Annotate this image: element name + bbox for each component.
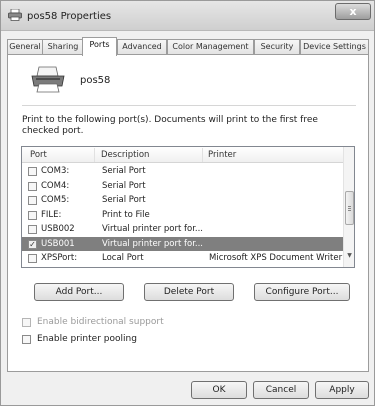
port-description: Virtual printer port for... <box>102 238 204 249</box>
table-row[interactable]: XPSPort: Local Port Microsoft XPS Docume… <box>22 251 343 266</box>
instructions-text: Print to the following port(s). Document… <box>22 115 318 136</box>
port-name: COM3: <box>41 166 70 176</box>
tab-general[interactable]: General <box>7 39 43 55</box>
tab-ports[interactable]: Ports <box>82 37 117 56</box>
port-description: Print to File <box>102 209 150 220</box>
port-name: FILE: <box>41 209 62 220</box>
port-description: Local Port <box>102 253 144 263</box>
tab-advanced[interactable]: Advanced <box>117 39 167 55</box>
port-name: USB001 <box>41 238 75 249</box>
port-description: Serial Port <box>102 195 146 205</box>
scroll-down-icon[interactable]: ▼ <box>345 251 354 261</box>
properties-window: pos58 Properties x General Sharing Ports… <box>0 0 375 406</box>
column-header-port[interactable]: Port <box>30 150 47 160</box>
port-description: Serial Port <box>102 180 146 191</box>
port-checkbox[interactable] <box>28 210 37 220</box>
table-row[interactable]: FILE: Print to File <box>22 208 343 223</box>
tab-sharing[interactable]: Sharing <box>42 39 84 55</box>
port-checkbox[interactable] <box>28 196 37 205</box>
add-port-button[interactable]: Add Port... <box>34 283 124 301</box>
port-name: XPSPort: <box>41 253 78 263</box>
port-checkbox[interactable] <box>28 254 37 263</box>
port-checkbox[interactable] <box>28 181 37 191</box>
tab-color-management[interactable]: Color Management <box>167 39 254 55</box>
pooling-label: Enable printer pooling <box>37 334 137 344</box>
column-separator[interactable] <box>94 148 95 162</box>
tab-strip: General Sharing Ports Advanced Color Man… <box>7 37 369 56</box>
port-checkbox[interactable] <box>28 167 37 176</box>
cancel-button[interactable]: Cancel <box>253 381 309 399</box>
port-name: COM4: <box>41 180 70 191</box>
title-bar[interactable]: pos58 Properties x <box>1 1 374 31</box>
list-rows: COM3: Serial Port COM4: Serial Port COM5… <box>22 164 343 266</box>
close-icon: x <box>349 5 357 18</box>
column-header-printer[interactable]: Printer <box>208 150 236 160</box>
table-row[interactable]: COM5: Serial Port <box>22 193 343 208</box>
delete-port-button[interactable]: Delete Port <box>144 283 234 301</box>
table-row[interactable]: USB002 Virtual printer port for... <box>22 222 343 237</box>
vertical-scrollbar[interactable]: ▼ <box>343 147 354 267</box>
divider <box>22 105 356 106</box>
port-checkbox-checked[interactable]: ✓ <box>28 239 37 249</box>
grip-line <box>348 208 351 209</box>
column-separator[interactable] <box>202 148 203 162</box>
port-description: Virtual printer port for... <box>102 224 204 234</box>
bidirectional-checkbox[interactable] <box>22 318 31 327</box>
printer-icon <box>31 66 65 93</box>
column-header-description[interactable]: Description <box>101 150 149 160</box>
scrollbar-thumb[interactable] <box>345 191 354 225</box>
port-name: USB002 <box>41 224 75 234</box>
port-checkbox[interactable] <box>28 225 37 234</box>
ports-panel: pos58 Print to the following port(s). Do… <box>7 54 369 372</box>
port-description: Serial Port <box>102 166 146 176</box>
port-name: COM5: <box>41 195 70 205</box>
grip-line <box>348 206 351 207</box>
apply-button[interactable]: Apply <box>315 381 369 399</box>
printer-name: pos58 <box>80 75 111 86</box>
tab-security[interactable]: Security <box>254 39 300 55</box>
printer-icon <box>8 9 22 21</box>
window-title: pos58 Properties <box>27 11 112 22</box>
grip-line <box>348 210 351 211</box>
table-row-selected[interactable]: ✓ USB001 Virtual printer port for... <box>22 236 343 251</box>
bidirectional-label: Enable bidirectional support <box>37 317 164 327</box>
table-row[interactable]: COM3: Serial Port <box>22 164 343 179</box>
ports-list[interactable]: Port Description Printer ⌃ COM3: Serial … <box>21 146 355 268</box>
close-button[interactable]: x <box>335 3 371 20</box>
pooling-checkbox[interactable] <box>22 335 31 344</box>
configure-port-button[interactable]: Configure Port... <box>254 283 350 301</box>
tab-device-settings[interactable]: Device Settings <box>300 39 369 55</box>
ok-button[interactable]: OK <box>191 381 247 399</box>
list-header: Port Description Printer ⌃ <box>22 147 354 163</box>
table-row[interactable]: COM4: Serial Port <box>22 179 343 194</box>
port-printer: Microsoft XPS Document Writer <box>209 253 343 263</box>
